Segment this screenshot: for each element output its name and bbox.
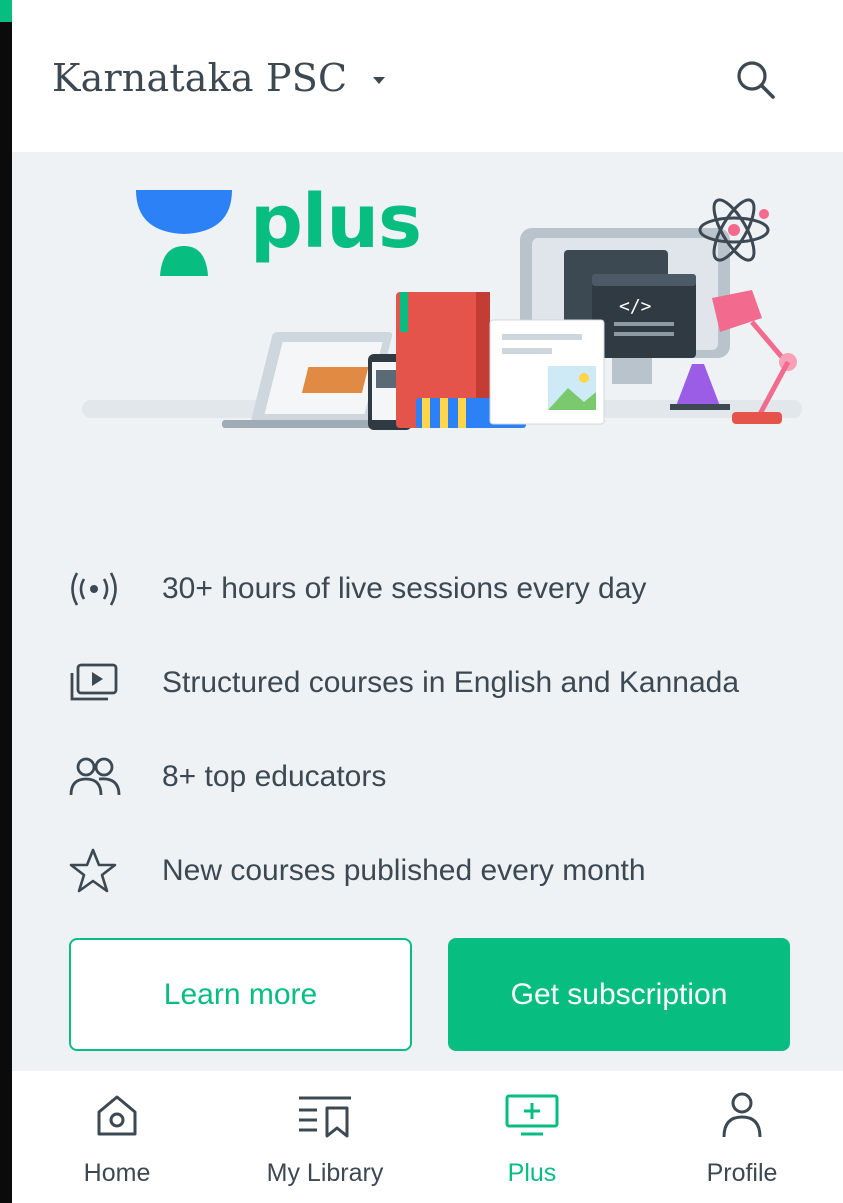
feature-item: 30+ hours of live sessions every day xyxy=(68,542,808,636)
feature-text: Structured courses in English and Kannad… xyxy=(162,666,740,699)
top-bar: Karnataka PSC xyxy=(12,0,843,152)
get-subscription-button[interactable]: Get subscription xyxy=(448,938,790,1051)
educators-icon xyxy=(68,752,128,802)
plus-brand: plus xyxy=(132,179,422,276)
library-icon xyxy=(295,1089,355,1141)
feature-text: 8+ top educators xyxy=(162,760,387,793)
status-indicator xyxy=(0,0,12,22)
feature-item: New courses published every month xyxy=(68,824,808,918)
feature-item: Structured courses in English and Kannad… xyxy=(68,636,808,730)
bottom-navigation: Home My Library Plus Profile xyxy=(12,1071,843,1203)
home-icon xyxy=(93,1089,141,1141)
screen-edge xyxy=(0,0,12,1203)
video-courses-icon xyxy=(68,658,128,708)
app-screen: Karnataka PSC </> plus 30+ hours of live… xyxy=(12,0,843,1203)
profile-icon xyxy=(720,1089,764,1141)
nav-profile[interactable]: Profile xyxy=(692,1071,792,1203)
feature-text: New courses published every month xyxy=(162,854,646,887)
feature-text: 30+ hours of live sessions every day xyxy=(162,572,647,605)
nav-plus-label: Plus xyxy=(507,1159,557,1187)
feature-item: 8+ top educators xyxy=(68,730,808,824)
nav-profile-label: Profile xyxy=(706,1159,778,1187)
live-broadcast-icon xyxy=(68,564,128,614)
feature-list: 30+ hours of live sessions every day Str… xyxy=(68,542,808,918)
goal-title: Karnataka PSC xyxy=(52,56,348,100)
svg-text:</>: </> xyxy=(619,296,652,317)
search-button[interactable] xyxy=(728,52,784,108)
nav-plus[interactable]: Plus xyxy=(482,1071,582,1203)
search-icon xyxy=(737,61,775,99)
plus-wordmark: plus xyxy=(250,179,422,265)
nav-home[interactable]: Home xyxy=(67,1071,167,1203)
learn-more-button[interactable]: Learn more xyxy=(69,938,412,1051)
caret-down-icon xyxy=(373,76,386,84)
nav-my-library[interactable]: My Library xyxy=(250,1071,400,1203)
plus-screen-icon xyxy=(503,1089,561,1141)
unacademy-logo xyxy=(136,190,232,276)
star-icon xyxy=(68,846,128,896)
nav-home-label: Home xyxy=(83,1159,151,1187)
nav-my-library-label: My Library xyxy=(266,1159,384,1187)
plus-promo-panel: </> plus 30+ hours of live sessions ever… xyxy=(12,152,843,1071)
goal-selector[interactable]: Karnataka PSC xyxy=(52,50,386,106)
